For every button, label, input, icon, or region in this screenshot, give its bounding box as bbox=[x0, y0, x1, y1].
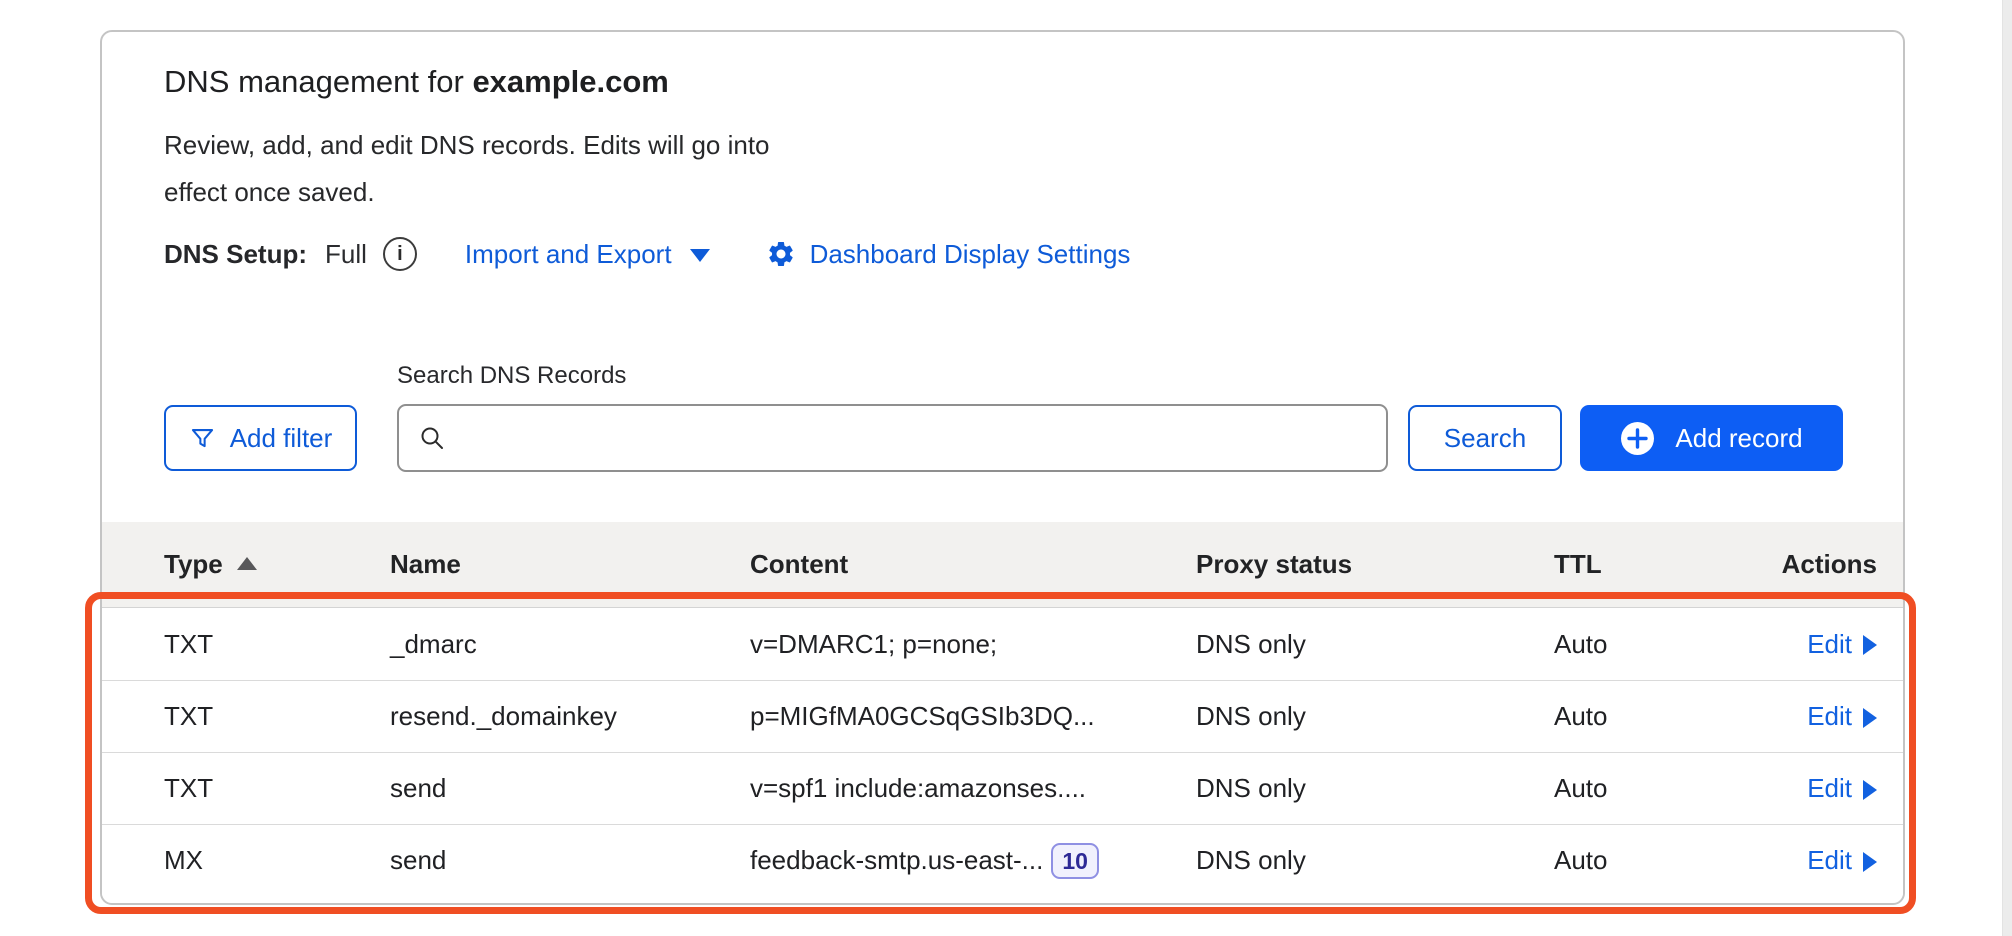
dns-setup-value: Full bbox=[325, 239, 367, 270]
page-title-prefix: DNS management for bbox=[164, 64, 464, 99]
magnifier-icon bbox=[417, 423, 447, 453]
page-edge-strip bbox=[2002, 0, 2012, 936]
record-ttl: Auto bbox=[1554, 773, 1756, 804]
dns-management-card: DNS management for example.com Review, a… bbox=[100, 30, 1905, 905]
record-name: resend._domainkey bbox=[390, 701, 750, 732]
funnel-icon bbox=[189, 425, 216, 452]
dns-setup-label: DNS Setup: bbox=[164, 239, 307, 270]
record-content: feedback-smtp.us-east-... 10 bbox=[750, 843, 1196, 879]
record-name: _dmarc bbox=[390, 629, 750, 660]
record-type: TXT bbox=[164, 773, 390, 804]
record-proxy-status: DNS only bbox=[1196, 773, 1554, 804]
table-row: TXT _dmarc v=DMARC1; p=none; DNS only Au… bbox=[102, 608, 1903, 680]
dns-records-table: Type Name Content Proxy status TTL Actio… bbox=[102, 522, 1903, 896]
card-content: DNS management for example.com Review, a… bbox=[102, 60, 1903, 472]
caret-right-icon bbox=[1863, 708, 1877, 728]
search-input[interactable] bbox=[459, 422, 1368, 455]
record-type: TXT bbox=[164, 701, 390, 732]
edit-label: Edit bbox=[1807, 701, 1852, 732]
record-content: p=MIGfMA0GCSqGSIb3DQ... bbox=[750, 701, 1196, 732]
page: DNS management for example.com Review, a… bbox=[0, 0, 2012, 936]
mx-priority-badge: 10 bbox=[1051, 843, 1099, 879]
record-type: TXT bbox=[164, 629, 390, 660]
table-row: MX send feedback-smtp.us-east-... 10 DNS… bbox=[102, 824, 1903, 896]
record-proxy-status: DNS only bbox=[1196, 629, 1554, 660]
page-title: DNS management for example.com bbox=[164, 60, 1847, 104]
gear-icon bbox=[766, 239, 796, 269]
add-filter-label: Add filter bbox=[230, 423, 333, 454]
dashboard-display-settings-link[interactable]: Dashboard Display Settings bbox=[766, 239, 1131, 270]
import-export-link[interactable]: Import and Export bbox=[465, 239, 710, 270]
dns-setup-row: DNS Setup: Full i Import and Export Dash… bbox=[164, 236, 1847, 272]
record-type: MX bbox=[164, 845, 390, 876]
add-record-button[interactable]: Add record bbox=[1580, 405, 1843, 471]
record-content: v=spf1 include:amazonses.... bbox=[750, 773, 1196, 804]
sort-asc-triangle-icon bbox=[237, 557, 257, 570]
table-row: TXT resend._domainkey p=MIGfMA0GCSqGSIb3… bbox=[102, 680, 1903, 752]
edit-record-link[interactable]: Edit bbox=[1807, 701, 1877, 732]
edit-label: Edit bbox=[1807, 629, 1852, 660]
caret-right-icon bbox=[1863, 852, 1877, 872]
column-header-ttl[interactable]: TTL bbox=[1554, 549, 1756, 580]
column-header-type[interactable]: Type bbox=[164, 549, 390, 580]
table-header-row: Type Name Content Proxy status TTL Actio… bbox=[102, 522, 1903, 608]
edit-record-link[interactable]: Edit bbox=[1807, 773, 1877, 804]
edit-record-link[interactable]: Edit bbox=[1807, 629, 1877, 660]
record-ttl: Auto bbox=[1554, 845, 1756, 876]
info-glyph: i bbox=[397, 243, 403, 266]
record-proxy-status: DNS only bbox=[1196, 845, 1554, 876]
caret-right-icon bbox=[1863, 780, 1877, 800]
search-label: Search DNS Records bbox=[397, 362, 1847, 390]
edit-label: Edit bbox=[1807, 773, 1852, 804]
edit-label: Edit bbox=[1807, 845, 1852, 876]
import-export-label: Import and Export bbox=[465, 239, 672, 270]
record-content: v=DMARC1; p=none; bbox=[750, 629, 1196, 660]
domain-name: example.com bbox=[472, 64, 668, 99]
record-proxy-status: DNS only bbox=[1196, 701, 1554, 732]
add-filter-button[interactable]: Add filter bbox=[164, 405, 357, 471]
caret-down-icon bbox=[690, 249, 710, 262]
plus-circle-icon bbox=[1620, 421, 1655, 456]
record-ttl: Auto bbox=[1554, 629, 1756, 660]
column-header-name[interactable]: Name bbox=[390, 549, 750, 580]
caret-right-icon bbox=[1863, 635, 1877, 655]
record-name: send bbox=[390, 845, 750, 876]
column-header-proxy-status[interactable]: Proxy status bbox=[1196, 549, 1554, 580]
search-button[interactable]: Search bbox=[1408, 405, 1562, 471]
info-circle-icon[interactable]: i bbox=[383, 237, 417, 271]
column-header-content[interactable]: Content bbox=[750, 549, 1196, 580]
record-content-text: feedback-smtp.us-east-... bbox=[750, 845, 1043, 876]
table-row: TXT send v=spf1 include:amazonses.... DN… bbox=[102, 752, 1903, 824]
add-record-label: Add record bbox=[1675, 423, 1802, 454]
edit-record-link[interactable]: Edit bbox=[1807, 845, 1877, 876]
search-controls-row: Add filter Search Add record bbox=[164, 404, 1847, 472]
column-header-actions: Actions bbox=[1756, 549, 1877, 580]
record-name: send bbox=[390, 773, 750, 804]
search-input-wrapper[interactable] bbox=[397, 404, 1388, 472]
dashboard-display-settings-label: Dashboard Display Settings bbox=[810, 239, 1131, 270]
column-header-type-label: Type bbox=[164, 549, 223, 580]
record-ttl: Auto bbox=[1554, 701, 1756, 732]
page-subtitle: Review, add, and edit DNS records. Edits… bbox=[164, 122, 824, 216]
